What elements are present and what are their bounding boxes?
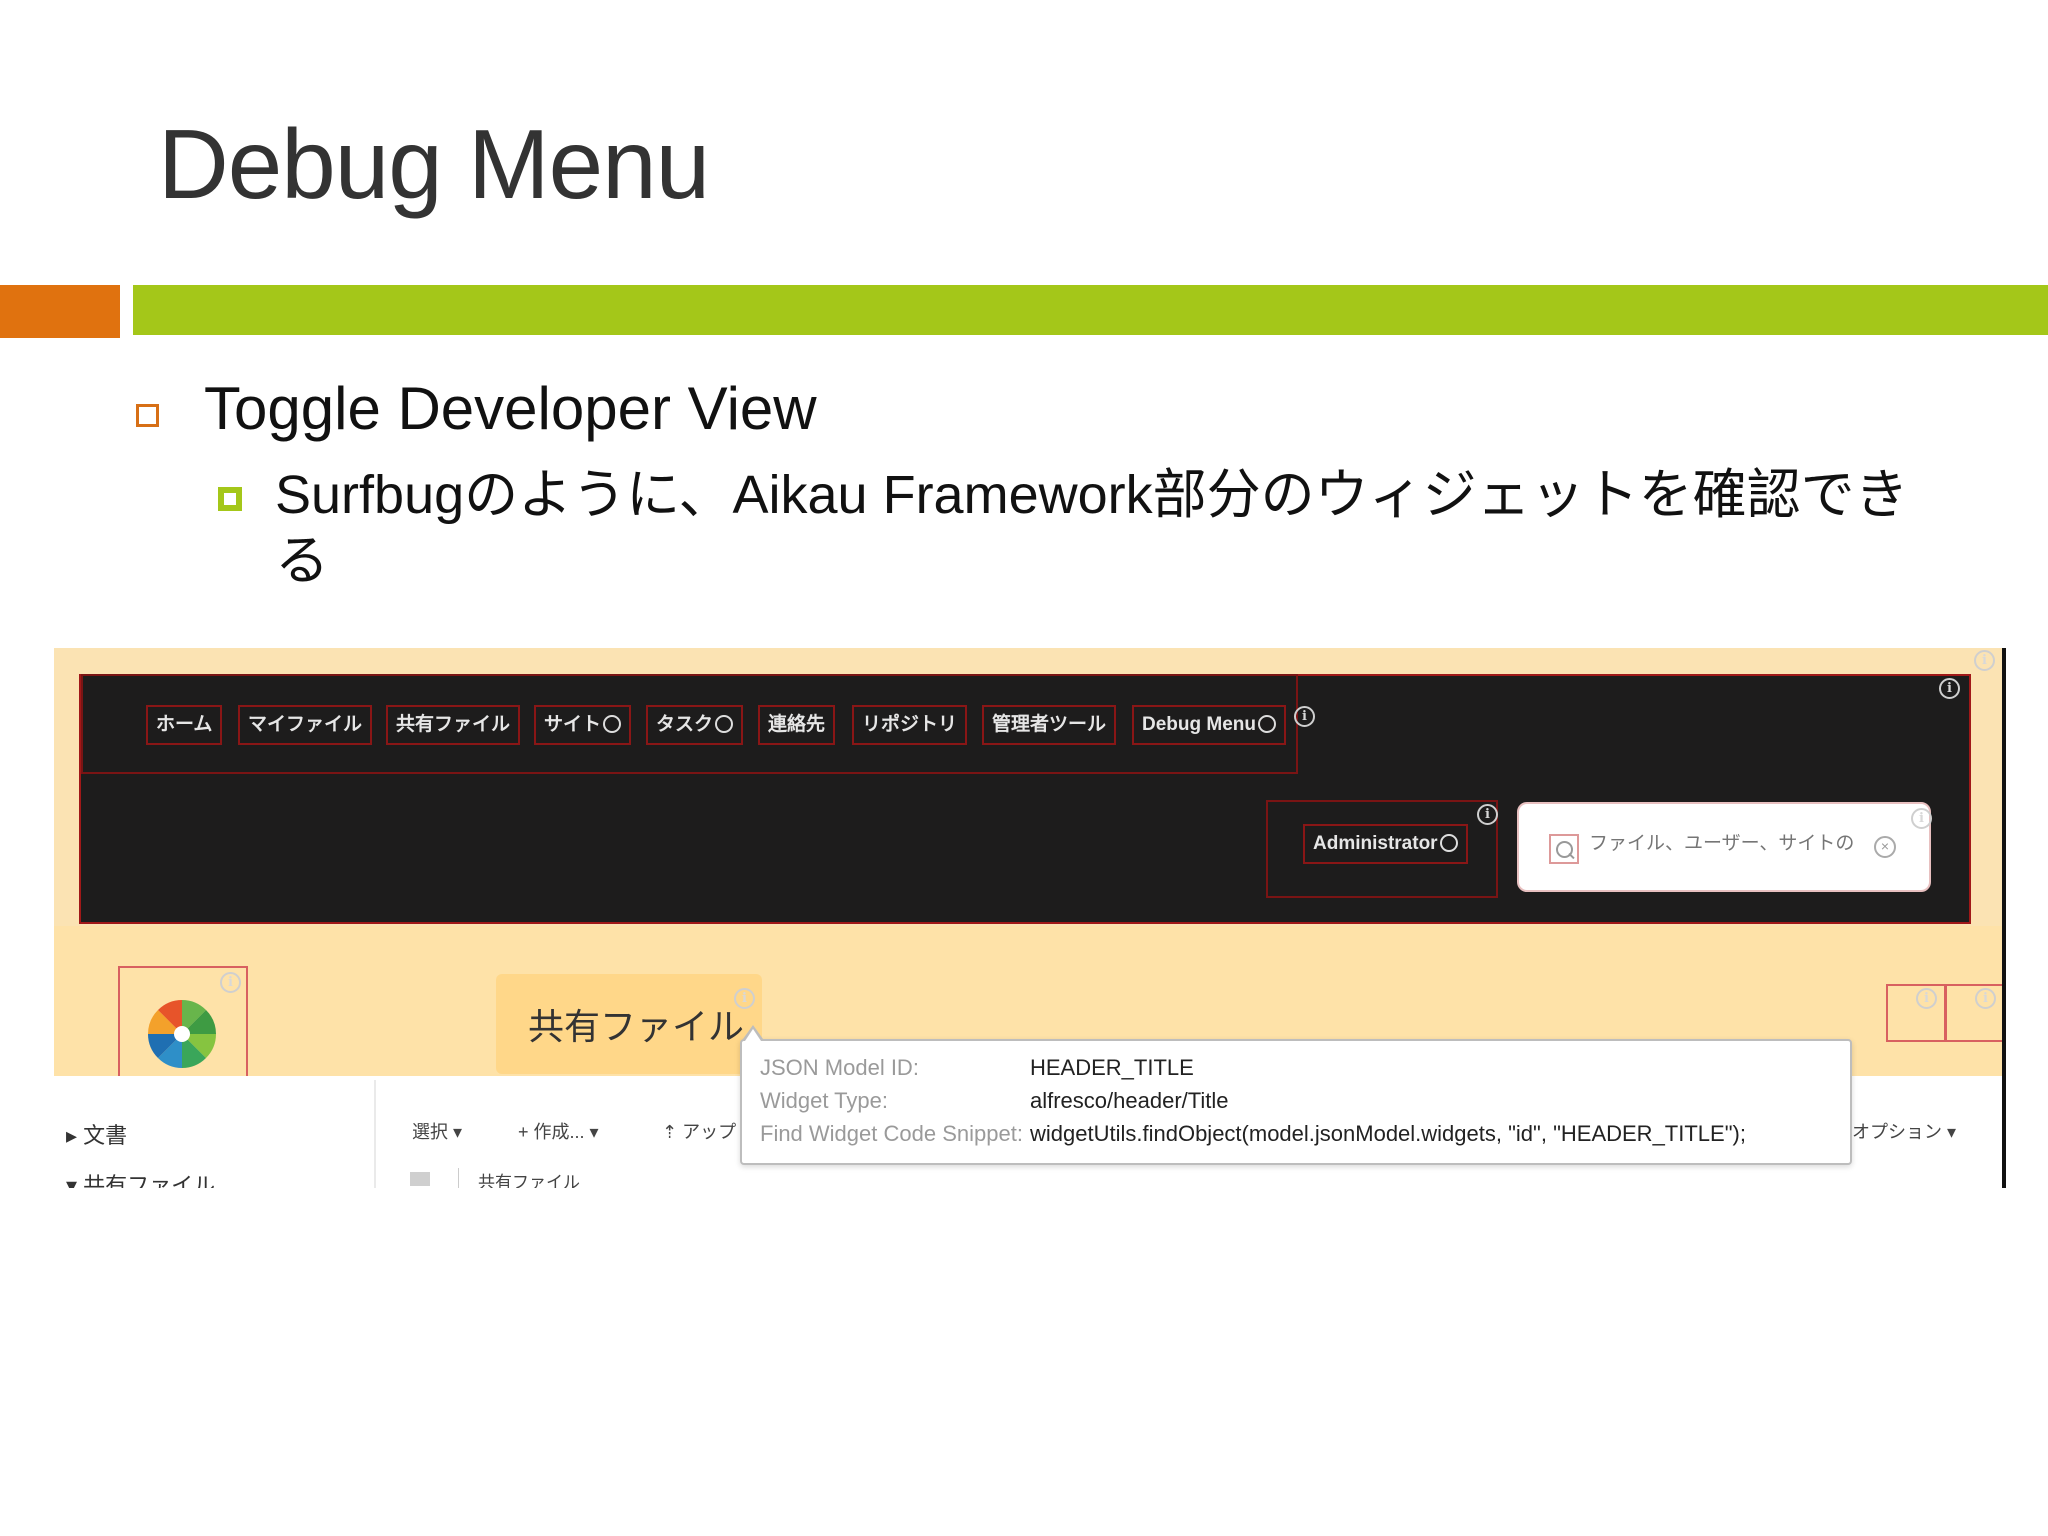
tree-item-documents[interactable]: ▸ 文書 [66,1118,127,1150]
select-button[interactable]: 選択 ▾ [412,1118,462,1144]
divider [374,1080,376,1188]
screenshot-embed: i i i ホーム マイファイル 共有ファイル サイト タスク 連絡先 リポジト… [54,648,2006,1188]
tooltip-value: widgetUtils.findObject(model.jsonModel.w… [1030,1121,1746,1146]
info-icon[interactable]: i [1975,988,1996,1009]
tooltip-label: JSON Model ID: [760,1055,919,1080]
widget-frame: i [1945,984,2005,1042]
menu-item-repository[interactable]: リポジトリ [852,705,968,745]
upload-button[interactable]: ⇡ アップ [662,1118,736,1144]
info-icon[interactable]: i [1911,808,1932,829]
breadcrumb: 共有ファイル [478,1173,580,1188]
menu-item-tasks[interactable]: タスク [646,705,744,745]
divider [458,1168,459,1188]
info-icon[interactable]: i [1916,988,1937,1009]
search-icon[interactable] [1549,834,1579,864]
clear-icon[interactable]: × [1874,836,1896,858]
screenshot-edge [2002,648,2006,1188]
info-icon[interactable]: i [220,972,241,993]
chevron-down-icon [1439,834,1458,852]
bullet-level2: Surfbugのように、Aikau Framework部分のウィジェットを確認で… [275,465,1909,591]
chevron-down-icon [715,715,734,733]
info-icon[interactable]: i [1974,650,1995,671]
menu-item-debug-menu[interactable]: Debug Menu [1132,705,1286,745]
logo-frame: i [118,966,248,1094]
menu-item-home[interactable]: ホーム [146,705,223,745]
accent-bar-green [133,285,2048,335]
bullet-square-icon [136,404,159,427]
bullet-square-icon [218,487,242,511]
menu-item-my-files[interactable]: マイファイル [238,705,373,745]
chevron-down-icon [603,715,622,733]
create-button[interactable]: + 作成... ▾ [518,1118,599,1144]
info-icon[interactable]: i [1939,678,1960,699]
info-icon[interactable]: i [1477,804,1498,825]
page-title: 共有ファイル [528,1006,745,1047]
info-icon[interactable]: i [1294,706,1315,727]
tooltip-value: HEADER_TITLE [1030,1055,1194,1080]
menu-item-shared-files[interactable]: 共有ファイル [386,705,521,745]
menu-item-admin-tools[interactable]: 管理者ツール [982,705,1117,745]
folder-up-icon[interactable] [410,1172,430,1186]
slide-title: Debug Menu [158,109,710,219]
tree-item-shared-files[interactable]: ▾ 共有ファイル [66,1168,215,1188]
chevron-down-icon [1258,715,1276,733]
widget-info-tooltip: JSON Model ID: HEADER_TITLE Widget Type:… [740,1025,1852,1165]
options-button[interactable]: オプション ▾ [1852,1118,1956,1144]
accent-bar-orange [0,285,120,338]
search-input[interactable] [1589,832,1859,854]
tooltip-label: Find Widget Code Snippet: [760,1121,1023,1146]
menu-item-sites[interactable]: サイト [534,705,632,745]
user-menu-administrator[interactable]: Administrator [1303,824,1468,864]
menu-item-people[interactable]: 連絡先 [758,705,836,745]
info-icon[interactable]: i [734,988,755,1009]
tooltip-value: alfresco/header/Title [1030,1088,1229,1113]
bullet-level1: Toggle Developer View [204,375,817,442]
tooltip-label: Widget Type: [760,1088,888,1113]
widget-frame: i [1886,984,1946,1042]
search-box: × i [1517,802,1932,892]
